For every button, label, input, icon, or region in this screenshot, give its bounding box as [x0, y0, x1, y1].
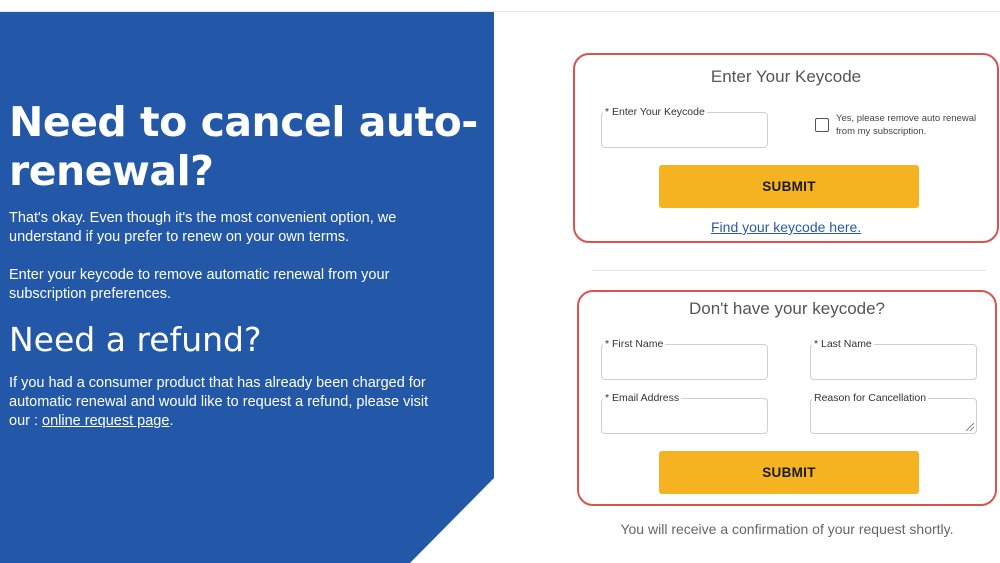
hero-paragraph-1: That's okay. Even though it's the most c…	[9, 210, 397, 245]
refund-suffix: .	[169, 413, 174, 429]
last-name-label: * Last Name	[812, 338, 874, 350]
keycode-form-card: Enter Your Keycode * Enter Your Keycode …	[573, 53, 999, 243]
last-name-input[interactable]	[811, 345, 976, 379]
confirmation-message: You will receive a confirmation of your …	[620, 521, 954, 537]
hero-panel: Need to cancel auto-renewal? That's okay…	[0, 12, 494, 563]
reason-label: Reason for Cancellation	[812, 392, 929, 404]
email-input[interactable]	[602, 399, 767, 433]
remove-auto-renewal-label: Yes, please remove auto renewal from my …	[836, 113, 977, 137]
keycode-form-title: Enter Your Keycode	[710, 67, 862, 86]
keycode-label: * Enter Your Keycode	[603, 106, 707, 118]
remove-auto-renewal-checkbox[interactable]	[815, 118, 829, 132]
top-bar	[0, 0, 1000, 12]
no-keycode-form-card: Don't have your keycode? * First Name * …	[577, 290, 997, 506]
find-keycode-link[interactable]: Find your keycode here.	[711, 219, 861, 235]
request-submit-button[interactable]: SUBMIT	[659, 451, 919, 494]
resize-grip-icon[interactable]	[966, 423, 974, 431]
first-name-input[interactable]	[602, 345, 767, 379]
online-request-link[interactable]: online request page	[42, 413, 169, 429]
keycode-submit-button[interactable]: SUBMIT	[659, 165, 919, 208]
hero-paragraph-2: Enter your keycode to remove automatic r…	[9, 267, 390, 302]
first-name-label: * First Name	[603, 338, 666, 350]
email-label: * Email Address	[603, 392, 682, 404]
section-divider	[592, 270, 986, 271]
refund-heading: Need a refund?	[9, 320, 262, 359]
hero-heading: Need to cancel auto-renewal?	[9, 98, 478, 195]
no-keycode-form-title: Don't have your keycode?	[688, 299, 886, 318]
refund-paragraph: If you had a consumer product that has a…	[9, 374, 429, 431]
keycode-input[interactable]	[602, 113, 767, 147]
reason-textarea[interactable]	[811, 399, 976, 433]
